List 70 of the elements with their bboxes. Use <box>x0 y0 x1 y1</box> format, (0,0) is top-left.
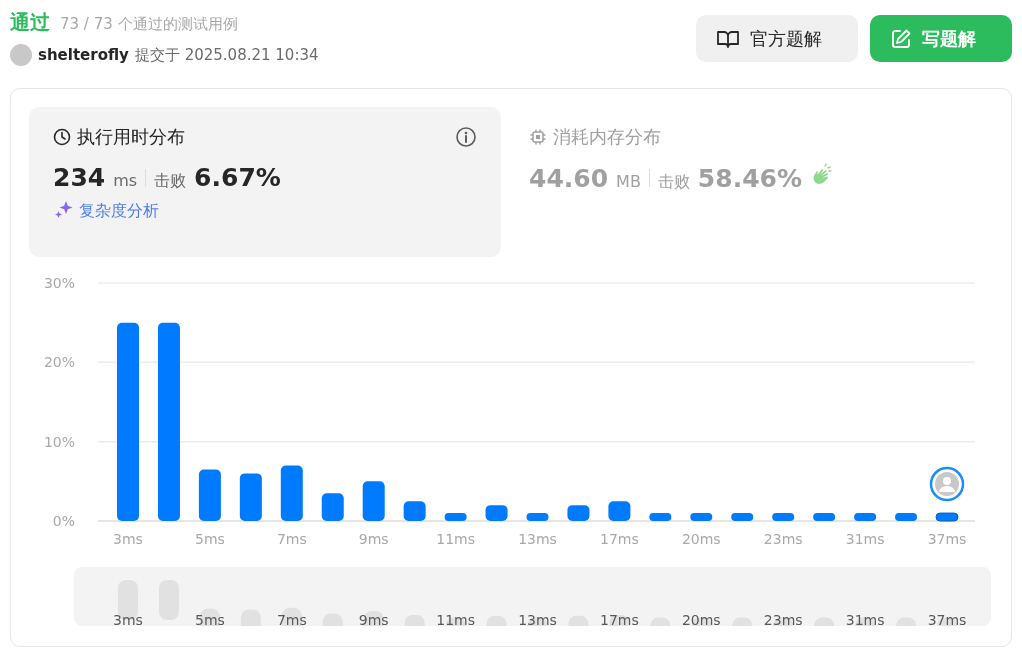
x-axis-label: 20ms <box>681 531 721 547</box>
bar[interactable] <box>444 513 467 521</box>
book-icon <box>716 28 740 49</box>
x-axis-label: 31ms <box>845 531 885 547</box>
overview-axis-label: 37ms <box>927 612 967 626</box>
status-label: 通过 <box>10 9 50 36</box>
x-axis-label: 37ms <box>927 531 967 547</box>
username[interactable]: shelterofly <box>38 46 129 64</box>
complexity-analysis-link[interactable]: 复杂度分析 <box>79 200 159 222</box>
clock-icon <box>53 128 71 146</box>
bar[interactable] <box>608 501 631 521</box>
x-axis-label: 5ms <box>195 531 225 547</box>
overview-axis-label: 11ms <box>436 612 475 626</box>
edit-icon <box>890 27 912 50</box>
x-axis-label: 11ms <box>436 531 475 547</box>
bar[interactable] <box>649 513 672 521</box>
official-solution-button[interactable]: 官方题解 <box>696 15 858 62</box>
bar[interactable] <box>690 513 713 521</box>
overview-axis-label: 20ms <box>681 612 721 626</box>
bar[interactable] <box>280 465 303 521</box>
submitted-time: 提交于 2025.08.21 10:34 <box>134 45 319 65</box>
beats-percent: 58.46% <box>697 164 802 193</box>
bar[interactable] <box>567 505 590 521</box>
bar[interactable] <box>731 513 754 521</box>
x-axis-label: 13ms <box>518 531 557 547</box>
beats-label: 击败 <box>657 172 690 193</box>
bar[interactable] <box>157 322 180 521</box>
bar[interactable] <box>198 469 221 521</box>
highlighted-bar[interactable] <box>935 512 959 522</box>
info-icon[interactable] <box>455 126 477 148</box>
metric-title: 执行用时分布 <box>77 125 185 149</box>
chip-icon <box>529 128 547 146</box>
bar[interactable] <box>403 501 426 521</box>
bar[interactable] <box>485 505 508 521</box>
user-position-avatar <box>929 466 965 502</box>
chart-overview[interactable]: 3ms 5ms 7ms 9ms 11ms 13ms 17ms 20ms 23ms 31ms 37ms <box>74 567 991 626</box>
overview-axis-label: 3ms <box>113 612 143 626</box>
y-axis-label: 30% <box>43 275 75 291</box>
overview-axis-label: 5ms <box>195 612 225 626</box>
bar[interactable] <box>854 513 877 521</box>
y-axis-label: 0% <box>52 513 75 529</box>
x-axis-label: 17ms <box>600 531 639 547</box>
metric-unit: ms <box>113 171 138 190</box>
y-axis-label: 20% <box>43 354 75 371</box>
overview-axis-label: 9ms <box>358 612 389 626</box>
overview-axis-label: 13ms <box>518 612 557 626</box>
overview-axis-label: 7ms <box>276 612 307 626</box>
metric-title: 消耗内存分布 <box>553 125 661 149</box>
bar[interactable] <box>321 493 344 521</box>
beats-percent: 6.67% <box>194 163 281 192</box>
bar[interactable] <box>362 481 385 521</box>
metric-tab[interactable]: 执行用时分布 234 ms 击败 6.67% 复杂度分析 <box>29 107 501 257</box>
x-axis-label: 3ms <box>113 531 143 547</box>
bar[interactable] <box>772 513 795 521</box>
bar[interactable] <box>526 513 549 521</box>
beats-label: 击败 <box>154 171 187 192</box>
metric-value: 234 <box>53 163 106 192</box>
x-axis-label: 23ms <box>763 531 803 547</box>
bar[interactable] <box>895 513 918 521</box>
x-axis-label: 9ms <box>358 531 389 547</box>
overview-axis-label: 23ms <box>763 612 803 626</box>
metric-unit: MB <box>616 172 641 191</box>
bar[interactable] <box>239 473 262 521</box>
bar[interactable] <box>813 513 836 521</box>
y-axis-label: 10% <box>43 433 75 450</box>
test-cases-text: 73 / 73 个通过的测试用例 <box>60 15 238 34</box>
metric-value: 44.60 <box>529 164 609 193</box>
overview-axis-label: 31ms <box>845 612 885 626</box>
x-axis-label: 7ms <box>276 531 307 547</box>
overview-axis-label: 17ms <box>600 612 639 626</box>
